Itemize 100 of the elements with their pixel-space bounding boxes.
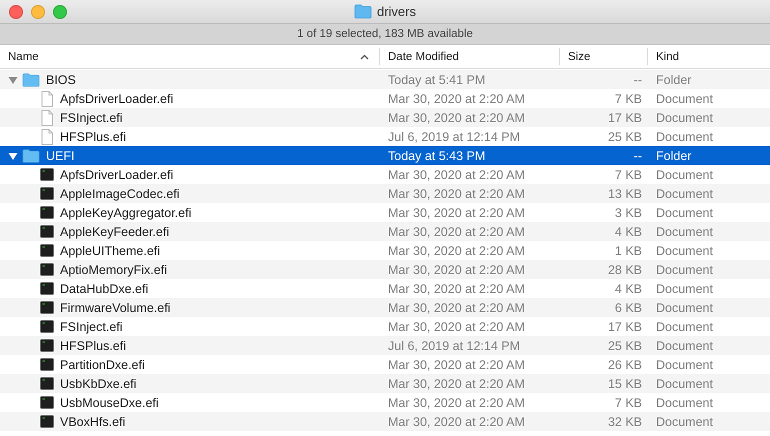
file-row[interactable]: AptioMemoryFix.efi Mar 30, 2020 at 2:20 AM 28 KB Document: [0, 260, 770, 279]
terminal-icon: [40, 244, 54, 257]
file-row[interactable]: UEFI Today at 5:43 PM -- Folder: [0, 146, 770, 165]
file-name: HFSPlus.efi: [60, 130, 126, 144]
column-header[interactable]: Date Modified: [380, 48, 560, 65]
file-name: FSInject.efi: [60, 320, 123, 334]
date-modified: Mar 30, 2020 at 2:20 AM: [388, 376, 525, 390]
file-name: AptioMemoryFix.efi: [60, 262, 167, 276]
date-modified: Mar 30, 2020 at 2:20 AM: [388, 92, 525, 106]
terminal-icon: [40, 225, 54, 238]
file-name: AppleUITheme.efi: [60, 244, 160, 258]
column-header[interactable]: Kind: [648, 48, 770, 65]
file-row[interactable]: HFSPlus.efi Jul 6, 2019 at 12:14 PM 25 KB Document: [0, 127, 770, 146]
document-icon: [40, 90, 54, 106]
date-modified: Mar 30, 2020 at 2:20 AM: [388, 414, 525, 428]
terminal-icon: [40, 187, 54, 200]
file-name: FSInject.efi: [60, 110, 123, 124]
status-text: 1 of 19 selected, 183 MB available: [297, 28, 473, 40]
file-row[interactable]: AppleUITheme.efi Mar 30, 2020 at 2:20 AM 1 KB Document: [0, 241, 770, 260]
terminal-icon: [40, 377, 54, 390]
file-size: 25 KB: [608, 130, 642, 144]
file-size: 7 KB: [614, 168, 642, 182]
file-name: FirmwareVolume.efi: [60, 300, 170, 314]
file-size: 7 KB: [614, 92, 642, 106]
terminal-icon: [40, 339, 54, 352]
file-size: 1 KB: [614, 244, 642, 258]
file-row[interactable]: FSInject.efi Mar 30, 2020 at 2:20 AM 17 KB Document: [0, 317, 770, 336]
file-name: ApfsDriverLoader.efi: [60, 168, 174, 182]
terminal-icon: [40, 396, 54, 409]
file-kind: Document: [656, 320, 713, 334]
terminal-icon: [40, 358, 54, 371]
expanded-triangle-icon[interactable]: [8, 150, 18, 160]
file-kind: Document: [656, 186, 713, 200]
file-name: UsbKbDxe.efi: [60, 376, 136, 390]
date-modified: Mar 30, 2020 at 2:20 AM: [388, 300, 525, 314]
sort-ascending-icon: [360, 54, 369, 60]
date-modified: Mar 30, 2020 at 2:20 AM: [388, 396, 525, 410]
file-kind: Folder: [656, 72, 692, 86]
window-title: drivers: [376, 4, 416, 19]
file-row[interactable]: UsbKbDxe.efi Mar 30, 2020 at 2:20 AM 15 KB Document: [0, 374, 770, 393]
date-modified: Mar 30, 2020 at 2:20 AM: [388, 110, 525, 124]
file-size: 7 KB: [614, 396, 642, 410]
column-header[interactable]: Name: [0, 48, 380, 65]
terminal-icon: [40, 415, 54, 428]
file-kind: Document: [656, 244, 713, 258]
terminal-icon: [40, 301, 54, 314]
file-kind: Document: [656, 130, 713, 144]
file-name: BIOS: [46, 72, 76, 86]
file-row[interactable]: ApfsDriverLoader.efi Mar 30, 2020 at 2:20 AM 7 KB Document: [0, 89, 770, 108]
date-modified: Today at 5:41 PM: [388, 72, 486, 86]
file-row[interactable]: BIOS Today at 5:41 PM -- Folder: [0, 70, 770, 89]
file-row[interactable]: FSInject.efi Mar 30, 2020 at 2:20 AM 17 KB Document: [0, 108, 770, 127]
file-row[interactable]: HFSPlus.efi Jul 6, 2019 at 12:14 PM 25 KB Document: [0, 336, 770, 355]
column-header[interactable]: Size: [560, 48, 648, 65]
file-kind: Document: [656, 262, 713, 276]
file-size: 32 KB: [608, 414, 642, 428]
file-name: AppleImageCodec.efi: [60, 186, 180, 200]
file-kind: Document: [656, 414, 713, 428]
file-row[interactable]: AppleKeyFeeder.efi Mar 30, 2020 at 2:20 AM 4 KB Document: [0, 222, 770, 241]
file-kind: Document: [656, 206, 713, 220]
file-kind: Document: [656, 92, 713, 106]
expanded-triangle-icon[interactable]: [8, 74, 18, 84]
file-size: --: [634, 72, 642, 86]
date-modified: Mar 30, 2020 at 2:20 AM: [388, 206, 525, 220]
file-size: 4 KB: [614, 282, 642, 296]
date-modified: Mar 30, 2020 at 2:20 AM: [388, 358, 525, 372]
file-size: 3 KB: [614, 206, 642, 220]
file-row[interactable]: ApfsDriverLoader.efi Mar 30, 2020 at 2:20 AM 7 KB Document: [0, 165, 770, 184]
file-row[interactable]: UsbMouseDxe.efi Mar 30, 2020 at 2:20 AM 7 KB Document: [0, 393, 770, 412]
file-name: AppleKeyAggregator.efi: [60, 206, 192, 220]
date-modified: Mar 30, 2020 at 2:20 AM: [388, 262, 525, 276]
file-size: 28 KB: [608, 262, 642, 276]
file-size: 17 KB: [608, 320, 642, 334]
date-modified: Mar 30, 2020 at 2:20 AM: [388, 168, 525, 182]
file-size: 6 KB: [614, 300, 642, 314]
file-kind: Document: [656, 224, 713, 238]
file-name: UEFI: [46, 148, 74, 162]
zoom-button[interactable]: [53, 4, 67, 18]
file-size: 26 KB: [608, 358, 642, 372]
file-row[interactable]: DataHubDxe.efi Mar 30, 2020 at 2:20 AM 4 KB Document: [0, 279, 770, 298]
file-row[interactable]: AppleImageCodec.efi Mar 30, 2020 at 2:20 AM 13 KB Document: [0, 184, 770, 203]
file-row[interactable]: VBoxHfs.efi Mar 30, 2020 at 2:20 AM 32 KB Document: [0, 412, 770, 431]
close-button[interactable]: [9, 4, 23, 18]
minimize-button[interactable]: [31, 4, 45, 18]
document-icon: [40, 110, 54, 126]
terminal-icon: [40, 282, 54, 295]
file-size: 13 KB: [608, 186, 642, 200]
file-name: AppleKeyFeeder.efi: [60, 224, 170, 238]
folder-icon: [354, 4, 372, 19]
file-row[interactable]: PartitionDxe.efi Mar 30, 2020 at 2:20 AM 26 KB Document: [0, 355, 770, 374]
file-name: HFSPlus.efi: [60, 338, 126, 352]
file-row[interactable]: FirmwareVolume.efi Mar 30, 2020 at 2:20 AM 6 KB Document: [0, 298, 770, 317]
file-name: DataHubDxe.efi: [60, 282, 148, 296]
file-kind: Document: [656, 110, 713, 124]
file-row[interactable]: AppleKeyAggregator.efi Mar 30, 2020 at 2:20 AM 3 KB Document: [0, 203, 770, 222]
file-size: --: [634, 148, 642, 162]
file-name: PartitionDxe.efi: [60, 358, 145, 372]
folder-icon: [22, 72, 40, 86]
document-icon: [40, 128, 54, 144]
file-kind: Document: [656, 376, 713, 390]
